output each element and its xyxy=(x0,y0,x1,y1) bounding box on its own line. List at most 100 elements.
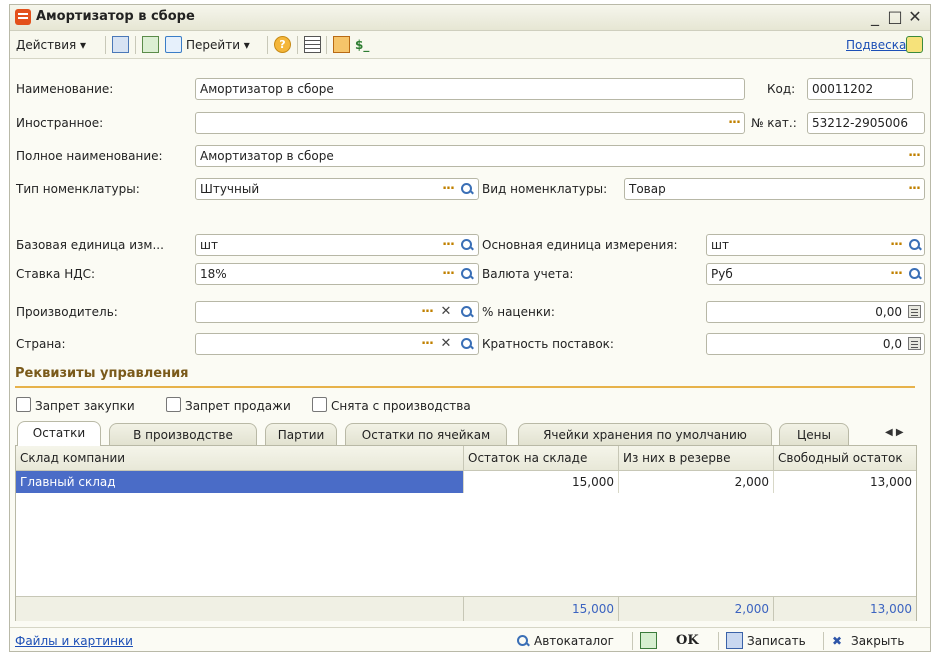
total-stock: 15,000 xyxy=(464,597,619,621)
search-icon[interactable] xyxy=(459,179,475,199)
maximize-button[interactable]: □ xyxy=(886,7,904,27)
help-icon[interactable]: ? xyxy=(274,36,291,53)
kind-label: Вид номенклатуры: xyxy=(482,182,608,196)
close-button[interactable]: Закрыть xyxy=(851,632,904,650)
country-field[interactable] xyxy=(195,333,479,355)
search-icon[interactable] xyxy=(907,264,923,284)
warehouse-cell[interactable]: Главный склад xyxy=(16,471,464,493)
code-field[interactable]: 00011202 xyxy=(807,78,913,100)
select-dots-icon[interactable]: ... xyxy=(905,179,923,199)
tab-ostatki-po-yacheykam[interactable]: Остатки по ячейкам xyxy=(345,423,507,445)
ok-button[interactable]: OK xyxy=(676,632,699,650)
files-link[interactable]: Файлы и картинки xyxy=(15,632,133,650)
multiplicity-field[interactable]: 0,0 xyxy=(706,333,925,355)
search-icon[interactable] xyxy=(459,302,475,322)
select-dots-icon[interactable]: ... xyxy=(418,302,436,322)
select-dots-icon[interactable]: ... xyxy=(887,264,905,284)
producer-label: Производитель: xyxy=(16,305,118,319)
toolbar-separator xyxy=(823,632,824,650)
checkbox-box[interactable] xyxy=(312,397,327,412)
footer-blank xyxy=(16,597,464,621)
goto-icon[interactable] xyxy=(165,36,182,53)
currency-icon[interactable]: $_ xyxy=(355,36,369,54)
clear-icon[interactable]: ✕ xyxy=(439,302,453,322)
tab-ostatki[interactable]: Остатки xyxy=(17,421,101,446)
tab-yacheyki-hraneniya[interactable]: Ячейки хранения по умолчанию xyxy=(518,423,772,445)
fullname-label: Полное наименование: xyxy=(16,149,163,163)
markup-field[interactable]: 0,00 xyxy=(706,301,925,323)
podveska-link[interactable]: Подвеска xyxy=(846,36,906,54)
stock-cell[interactable]: 15,000 xyxy=(464,471,619,493)
goto-menu[interactable]: Перейти ▾ xyxy=(186,36,250,54)
checkbox-label: Запрет продажи xyxy=(185,399,291,413)
select-dots-icon[interactable]: ... xyxy=(439,179,457,199)
discontinued-checkbox[interactable]: Снята с производства xyxy=(312,397,471,415)
search-icon[interactable] xyxy=(907,235,923,255)
type-label: Тип номенклатуры: xyxy=(16,182,140,196)
toolbar-separator xyxy=(267,36,268,54)
select-dots-icon[interactable]: ... xyxy=(418,334,436,354)
table-row[interactable]: Главный склад 15,000 2,000 13,000 xyxy=(16,471,916,493)
list-icon[interactable] xyxy=(304,36,321,53)
save-icon[interactable] xyxy=(726,632,743,649)
autocatalog-button[interactable]: Автокаталог xyxy=(534,632,614,650)
base-unit-field[interactable]: шт xyxy=(195,234,479,256)
search-icon[interactable] xyxy=(459,334,475,354)
foreign-field[interactable] xyxy=(195,112,745,134)
folder-icon xyxy=(906,36,923,53)
kind-field[interactable]: Товар xyxy=(624,178,925,200)
reserve-cell[interactable]: 2,000 xyxy=(619,471,774,493)
column-header[interactable]: Свободный остаток xyxy=(774,446,916,470)
search-icon[interactable] xyxy=(459,235,475,255)
checkbox-box[interactable] xyxy=(166,397,181,412)
column-header[interactable]: Склад компании xyxy=(16,446,464,470)
bottom-bar: Файлы и картинки Автокаталог OK Записать… xyxy=(10,627,930,652)
tab-strip: Остатки В производстве Партии Остатки по… xyxy=(15,421,917,446)
title-bar: Амортизатор в сборе _ □ ✕ xyxy=(10,5,930,31)
select-dots-icon[interactable]: ... xyxy=(905,146,923,166)
foreign-label: Иностранное: xyxy=(16,116,104,130)
type-field[interactable]: Штучный xyxy=(195,178,479,200)
select-dots-icon[interactable]: ... xyxy=(725,113,743,133)
tab-scroll-arrows[interactable]: ◀ ▶ xyxy=(885,427,913,443)
tab-partii[interactable]: Партии xyxy=(265,423,337,445)
refresh-icon[interactable] xyxy=(142,36,159,53)
toolbar-separator xyxy=(632,632,633,650)
fullname-field[interactable]: Амортизатор в сборе xyxy=(195,145,925,167)
table-footer: 15,000 2,000 13,000 xyxy=(16,596,916,621)
calculator-icon[interactable] xyxy=(908,337,921,350)
actions-menu[interactable]: Действия ▾ xyxy=(16,36,86,54)
stock-table: Склад компании Остаток на складе Из них … xyxy=(15,445,917,621)
sale-ban-checkbox[interactable]: Запрет продажи xyxy=(166,397,291,415)
column-header[interactable]: Из них в резерве xyxy=(619,446,774,470)
post-icon[interactable] xyxy=(112,36,129,53)
select-dots-icon[interactable]: ... xyxy=(887,235,905,255)
minimize-button[interactable]: _ xyxy=(866,7,884,27)
toolbar-separator xyxy=(297,36,298,54)
ok-check-icon[interactable] xyxy=(640,632,657,649)
checkbox-box[interactable] xyxy=(16,397,31,412)
column-header[interactable]: Остаток на складе xyxy=(464,446,619,470)
tab-v-proizvodstve[interactable]: В производстве xyxy=(109,423,257,445)
calculator-icon[interactable] xyxy=(908,305,921,318)
purchase-ban-checkbox[interactable]: Запрет закупки xyxy=(16,397,135,415)
close-icon[interactable]: ✖ xyxy=(832,632,842,650)
name-field[interactable]: Амортизатор в сборе xyxy=(195,78,745,100)
close-window-button[interactable]: ✕ xyxy=(906,7,924,27)
select-dots-icon[interactable]: ... xyxy=(439,235,457,255)
checkbox-label: Запрет закупки xyxy=(35,399,135,413)
select-dots-icon[interactable]: ... xyxy=(439,264,457,284)
catno-field[interactable]: 53212-2905006 xyxy=(807,112,925,134)
toolbar-separator xyxy=(135,36,136,54)
catno-label: № кат.: xyxy=(751,116,797,130)
search-icon[interactable] xyxy=(459,264,475,284)
vat-field[interactable]: 18% xyxy=(195,263,479,285)
search-icon[interactable] xyxy=(515,631,531,651)
free-cell[interactable]: 13,000 xyxy=(774,471,916,493)
tab-tseny[interactable]: Цены xyxy=(779,423,849,445)
producer-field[interactable] xyxy=(195,301,479,323)
save-button[interactable]: Записать xyxy=(747,632,806,650)
total-free: 13,000 xyxy=(870,602,912,616)
clear-icon[interactable]: ✕ xyxy=(439,334,453,354)
copy-icon[interactable] xyxy=(333,36,350,53)
